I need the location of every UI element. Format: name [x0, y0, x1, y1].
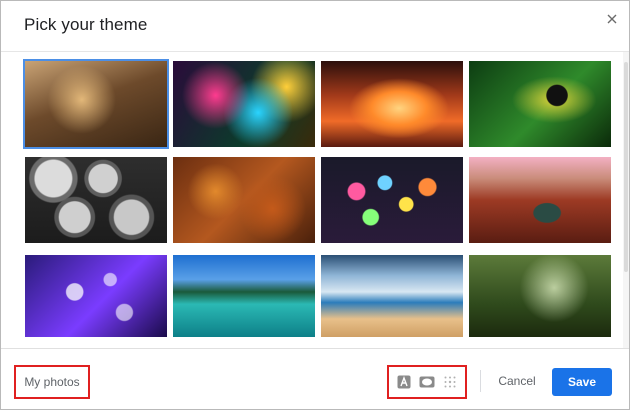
- my-photos-button[interactable]: My photos: [14, 365, 90, 399]
- theme-thumbnail-pipes[interactable]: [25, 157, 167, 243]
- vignette-icon[interactable]: [419, 374, 435, 390]
- theme-thumbnail-lake[interactable]: [173, 255, 315, 337]
- grid-scrollbar[interactable]: [623, 52, 629, 348]
- theme-thumbnail-caterpillar[interactable]: [469, 61, 611, 147]
- theme-thumbnail-forest[interactable]: [469, 255, 611, 337]
- text-background-icon[interactable]: [396, 374, 412, 390]
- theme-options-group: [387, 365, 467, 399]
- save-button[interactable]: Save: [552, 368, 612, 396]
- theme-grid: [1, 51, 629, 349]
- theme-thumbnail-jellyfish[interactable]: [25, 255, 167, 337]
- close-icon[interactable]: [603, 10, 621, 28]
- theme-thumbnail-chess[interactable]: [23, 59, 169, 149]
- cancel-button[interactable]: Cancel: [493, 368, 541, 394]
- grid-scrollbar-thumb[interactable]: [624, 62, 628, 272]
- footer-divider: [480, 370, 481, 392]
- theme-thumbnail-bokeh[interactable]: [321, 157, 463, 243]
- dialog-title: Pick your theme: [24, 15, 148, 34]
- theme-thumbnail-glass[interactable]: [173, 61, 315, 147]
- dialog-footer: My photos Cancel Save: [1, 348, 629, 409]
- theme-thumbnail-horseshoe-bend[interactable]: [469, 157, 611, 243]
- theme-thumbnail-leaves[interactable]: [173, 157, 315, 243]
- theme-picker-dialog: Pick your theme My photos Cancel Save: [0, 0, 630, 410]
- theme-thumbnail-canyon[interactable]: [321, 61, 463, 147]
- blur-icon[interactable]: [442, 374, 458, 390]
- theme-thumbnail-beach[interactable]: [321, 255, 463, 337]
